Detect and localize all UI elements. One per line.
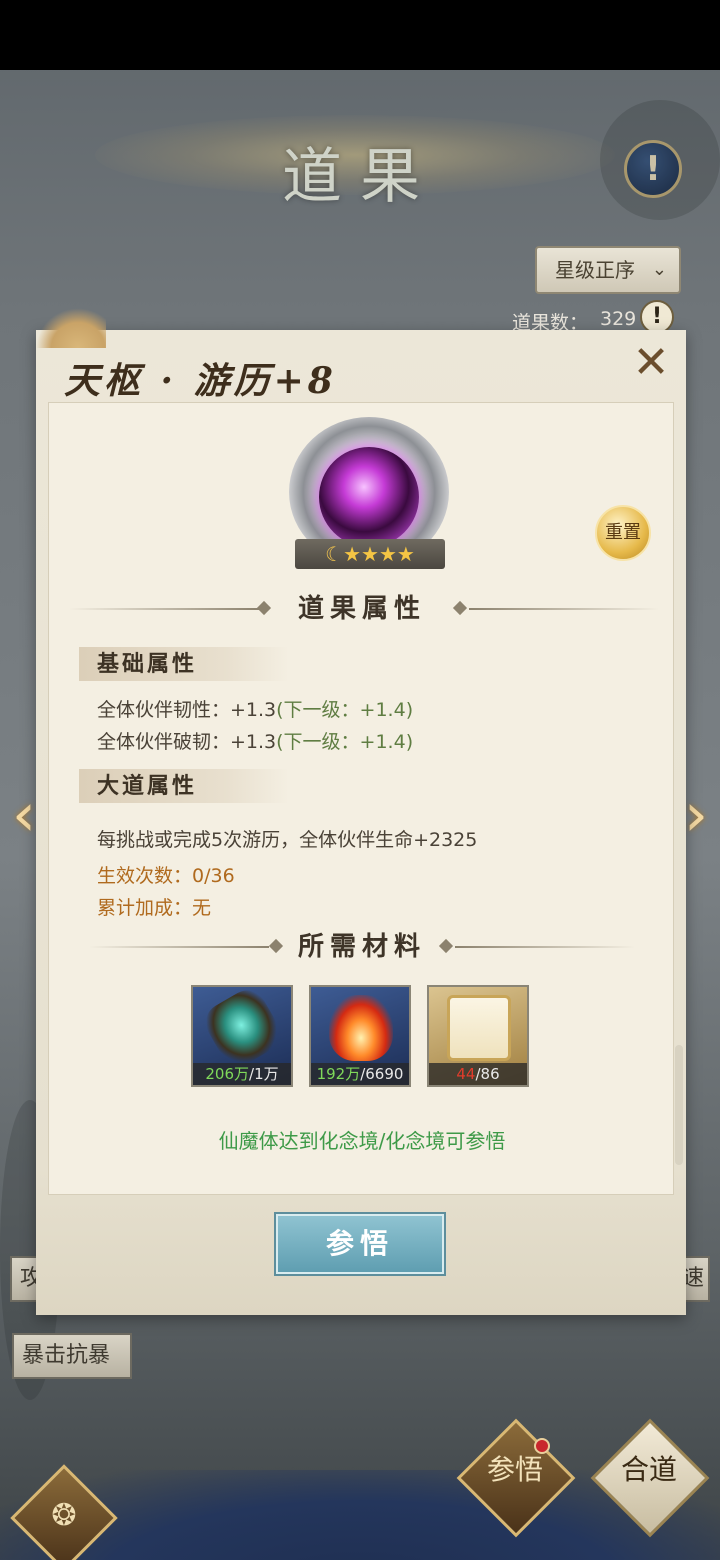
count-value: 329 (600, 308, 637, 330)
canwu-nav-label: 参悟 (486, 1453, 543, 1486)
base-attr-line: 全体伙伴韧性：+1.3(下一级：+1.4) (97, 699, 414, 721)
dialog-title: 天枢 · 游历+8 (64, 360, 337, 402)
material-item[interactable]: 192万/6690 (309, 985, 411, 1087)
stat-tag-crit[interactable]: 暴击抗暴 (12, 1333, 132, 1379)
chevron-down-icon: ⌄ (651, 259, 667, 280)
requirement-hint: 仙魔体达到化念境/化念境可参悟 (218, 1129, 506, 1153)
star-icon: ★ (361, 542, 379, 566)
status-bar (0, 0, 720, 70)
material-item[interactable]: 206万/1万 (191, 985, 293, 1087)
scrollbar[interactable] (675, 1045, 683, 1165)
material-item[interactable]: 44/86 (427, 985, 529, 1087)
materials-list: 206万/1万 192万/6690 44/86 (191, 985, 533, 1087)
dao-attributes-tag: 大道属性 (79, 769, 289, 803)
material-count: 206万/1万 (193, 1063, 291, 1085)
reset-button[interactable]: 重置 (595, 505, 651, 561)
moon-icon: ☾ (325, 542, 344, 566)
divider-line (455, 946, 635, 948)
star-rating: ☾★★★★ (295, 539, 445, 569)
sort-label: 星级正序 (555, 258, 635, 282)
bamboo-decoration (600, 100, 720, 220)
close-button[interactable]: ✕ (628, 340, 674, 386)
base-attr-line: 全体伙伴破韧：+1.3(下一级：+1.4) (97, 731, 414, 753)
materials-section-header: 所需材料 (49, 927, 675, 967)
star-icon: ★ (396, 542, 415, 566)
sort-dropdown[interactable]: 星级正序 ⌄ (535, 246, 681, 294)
jade-scroll-icon (198, 987, 288, 1073)
cumulative-bonus: 累计加成：无 (97, 897, 212, 919)
lotus-scroll-icon (447, 995, 511, 1061)
material-count: 192万/6690 (311, 1063, 409, 1085)
effect-count: 生效次数：0/36 (97, 865, 235, 887)
close-icon: ✕ (632, 337, 670, 388)
cloud-icon: ❂ (51, 1498, 77, 1533)
info-icon[interactable]: ! (640, 300, 674, 334)
dao-attr-description: 每挑战或完成5次游历，全体伙伴生命+2325 (97, 829, 478, 851)
divider-line (469, 608, 659, 610)
base-attributes-tag: 基础属性 (79, 647, 289, 681)
detail-panel: ☾★★★★ 重置 道果属性 基础属性 全体伙伴韧性：+1.3(下一级：+1.4)… (48, 402, 683, 1195)
hedao-nav-label: 合道 (620, 1453, 677, 1486)
notification-dot (534, 1438, 550, 1454)
mountain-decoration (36, 308, 106, 348)
star-icon: ★ (343, 542, 362, 566)
dao-fruit-orb-icon[interactable] (319, 447, 419, 547)
comprehend-button[interactable]: 参悟 (276, 1214, 444, 1274)
dao-fruit-detail-dialog: 天枢 · 游历+8 ✕ ☾★★★★ 重置 道果属性 基础属性 全体伙伴韧性：+1… (36, 308, 686, 1315)
material-count: 44/86 (429, 1063, 527, 1085)
star-icon: ★ (378, 542, 397, 566)
flame-icon (329, 995, 393, 1061)
attributes-section-header: 道果属性 (49, 589, 675, 629)
